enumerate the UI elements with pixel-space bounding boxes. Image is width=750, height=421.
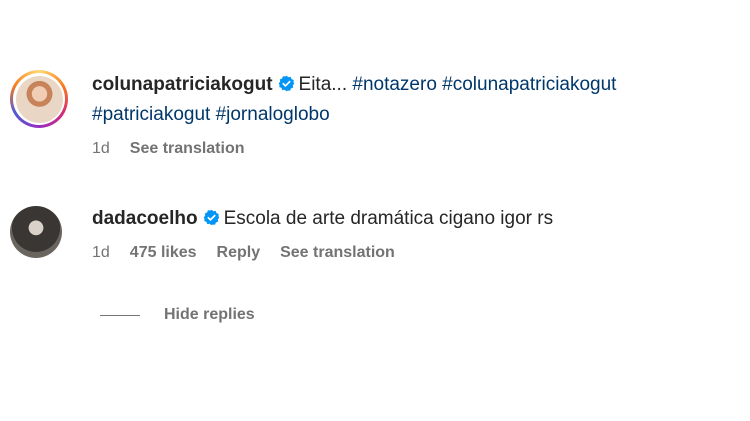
- reply-button[interactable]: Reply: [217, 244, 261, 262]
- avatar-container: [10, 70, 68, 158]
- verified-badge-icon: [278, 75, 294, 92]
- comment-meta: 1d 475 likes Reply See translation: [92, 244, 732, 262]
- timestamp[interactable]: 1d: [92, 140, 110, 158]
- comment-colunapatriciakogut: colunapatriciakogut Eita... #notazero #co…: [10, 70, 732, 158]
- avatar-dadacoelho[interactable]: [10, 206, 62, 258]
- avatar-container: [10, 204, 66, 262]
- comment-text: Eita...: [298, 74, 348, 95]
- verified-badge-icon: [203, 209, 219, 226]
- username-link[interactable]: dadacoelho: [92, 208, 198, 229]
- username-link[interactable]: colunapatriciakogut: [92, 74, 273, 95]
- comment-line-1: dadacoelho Escola de arte dramática cigan…: [92, 204, 732, 234]
- avatar-frame: [13, 73, 65, 125]
- avatar-colunapatriciakogut[interactable]: [15, 75, 63, 123]
- comment-text: Escola de arte dramática cigano igor rs: [223, 208, 554, 229]
- hashtag-links-line2[interactable]: #patriciakogut #jornaloglobo: [92, 100, 732, 130]
- story-ring[interactable]: [10, 70, 68, 128]
- see-translation-button[interactable]: See translation: [130, 140, 245, 158]
- hashtag-links[interactable]: #notazero #colunapatriciakogut: [352, 74, 616, 95]
- divider: [100, 314, 140, 316]
- comment-body: colunapatriciakogut Eita... #notazero #co…: [92, 70, 732, 158]
- hide-replies-label: Hide replies: [164, 306, 255, 323]
- comment-dadacoelho: dadacoelho Escola de arte dramática cigan…: [10, 204, 732, 262]
- see-translation-button[interactable]: See translation: [280, 244, 395, 262]
- likes-count[interactable]: 475 likes: [130, 244, 197, 262]
- comment-meta: 1d See translation: [92, 140, 732, 158]
- hide-replies-button[interactable]: Hide replies: [100, 306, 255, 324]
- timestamp[interactable]: 1d: [92, 244, 110, 262]
- comment-body: dadacoelho Escola de arte dramática cigan…: [92, 204, 732, 262]
- comment-line-1: colunapatriciakogut Eita... #notazero #co…: [92, 70, 732, 100]
